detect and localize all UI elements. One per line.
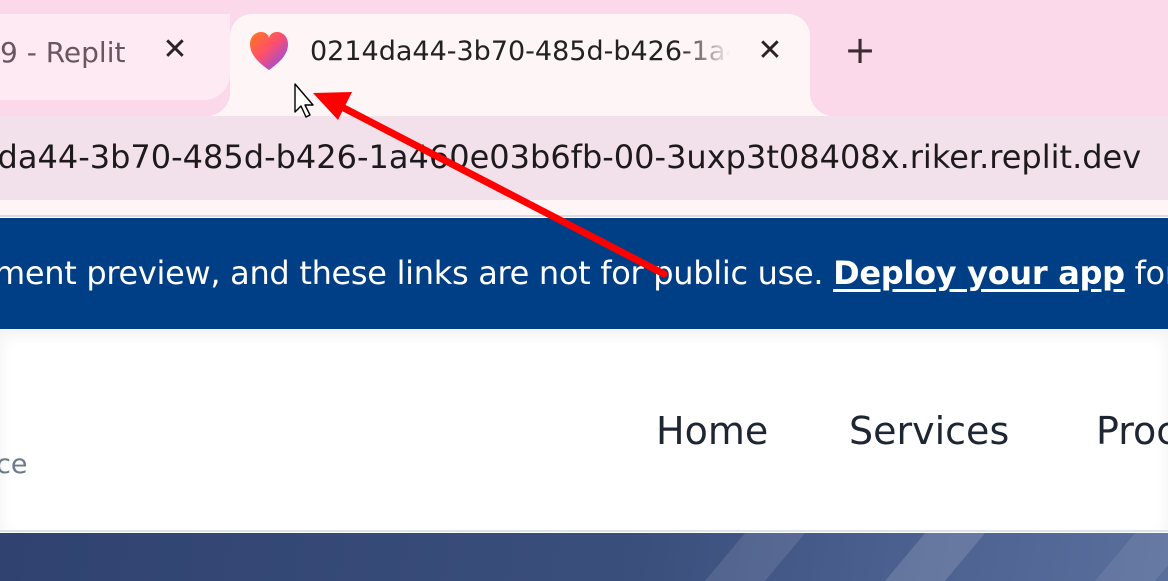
tab-title: 9 - Replit xyxy=(0,36,126,69)
header-divider xyxy=(0,530,1168,532)
brand-subtitle: ce xyxy=(0,449,28,480)
hero-decoration xyxy=(1084,533,1168,581)
tab-title: 0214da44-3b70-485d-b426-1a4 xyxy=(310,36,730,67)
hero-section xyxy=(0,533,1168,581)
banner-message: ment preview, and these links are not fo… xyxy=(0,254,1168,292)
hero-decoration xyxy=(874,533,986,581)
dev-preview-banner: ment preview, and these links are not fo… xyxy=(0,218,1168,329)
replit-heart-icon xyxy=(250,32,288,70)
browser-toolbar: -da44-3b70-485d-b426-1a460e03b6fb-00-3ux… xyxy=(0,116,1168,216)
url-text[interactable]: -da44-3b70-485d-b426-1a460e03b6fb-00-3ux… xyxy=(0,138,1141,176)
nav-products[interactable]: Proc xyxy=(1096,409,1168,453)
banner-text: ment preview, and these links are not fo… xyxy=(0,254,834,292)
nav-services[interactable]: Services xyxy=(849,409,1009,453)
hero-decoration xyxy=(694,533,806,581)
toolbar-divider xyxy=(0,215,1168,217)
site-header: ce Home Services Proc xyxy=(0,329,1168,531)
tab-strip: 9 - Replit ✕ 0214da44-3b70-485d-b426-1a4… xyxy=(0,0,1168,116)
close-icon[interactable]: ✕ xyxy=(755,36,785,66)
banner-text-tail: for se xyxy=(1134,254,1168,292)
close-icon[interactable]: ✕ xyxy=(160,35,190,65)
tab-active-preview[interactable]: 0214da44-3b70-485d-b426-1a4 ✕ xyxy=(206,14,834,116)
new-tab-button[interactable]: + xyxy=(842,31,878,69)
address-bar[interactable]: -da44-3b70-485d-b426-1a460e03b6fb-00-3ux… xyxy=(0,116,1168,200)
nav-home[interactable]: Home xyxy=(656,409,768,453)
tab-replit[interactable]: 9 - Replit ✕ xyxy=(0,14,230,100)
deploy-app-link[interactable]: Deploy your app xyxy=(833,254,1125,292)
